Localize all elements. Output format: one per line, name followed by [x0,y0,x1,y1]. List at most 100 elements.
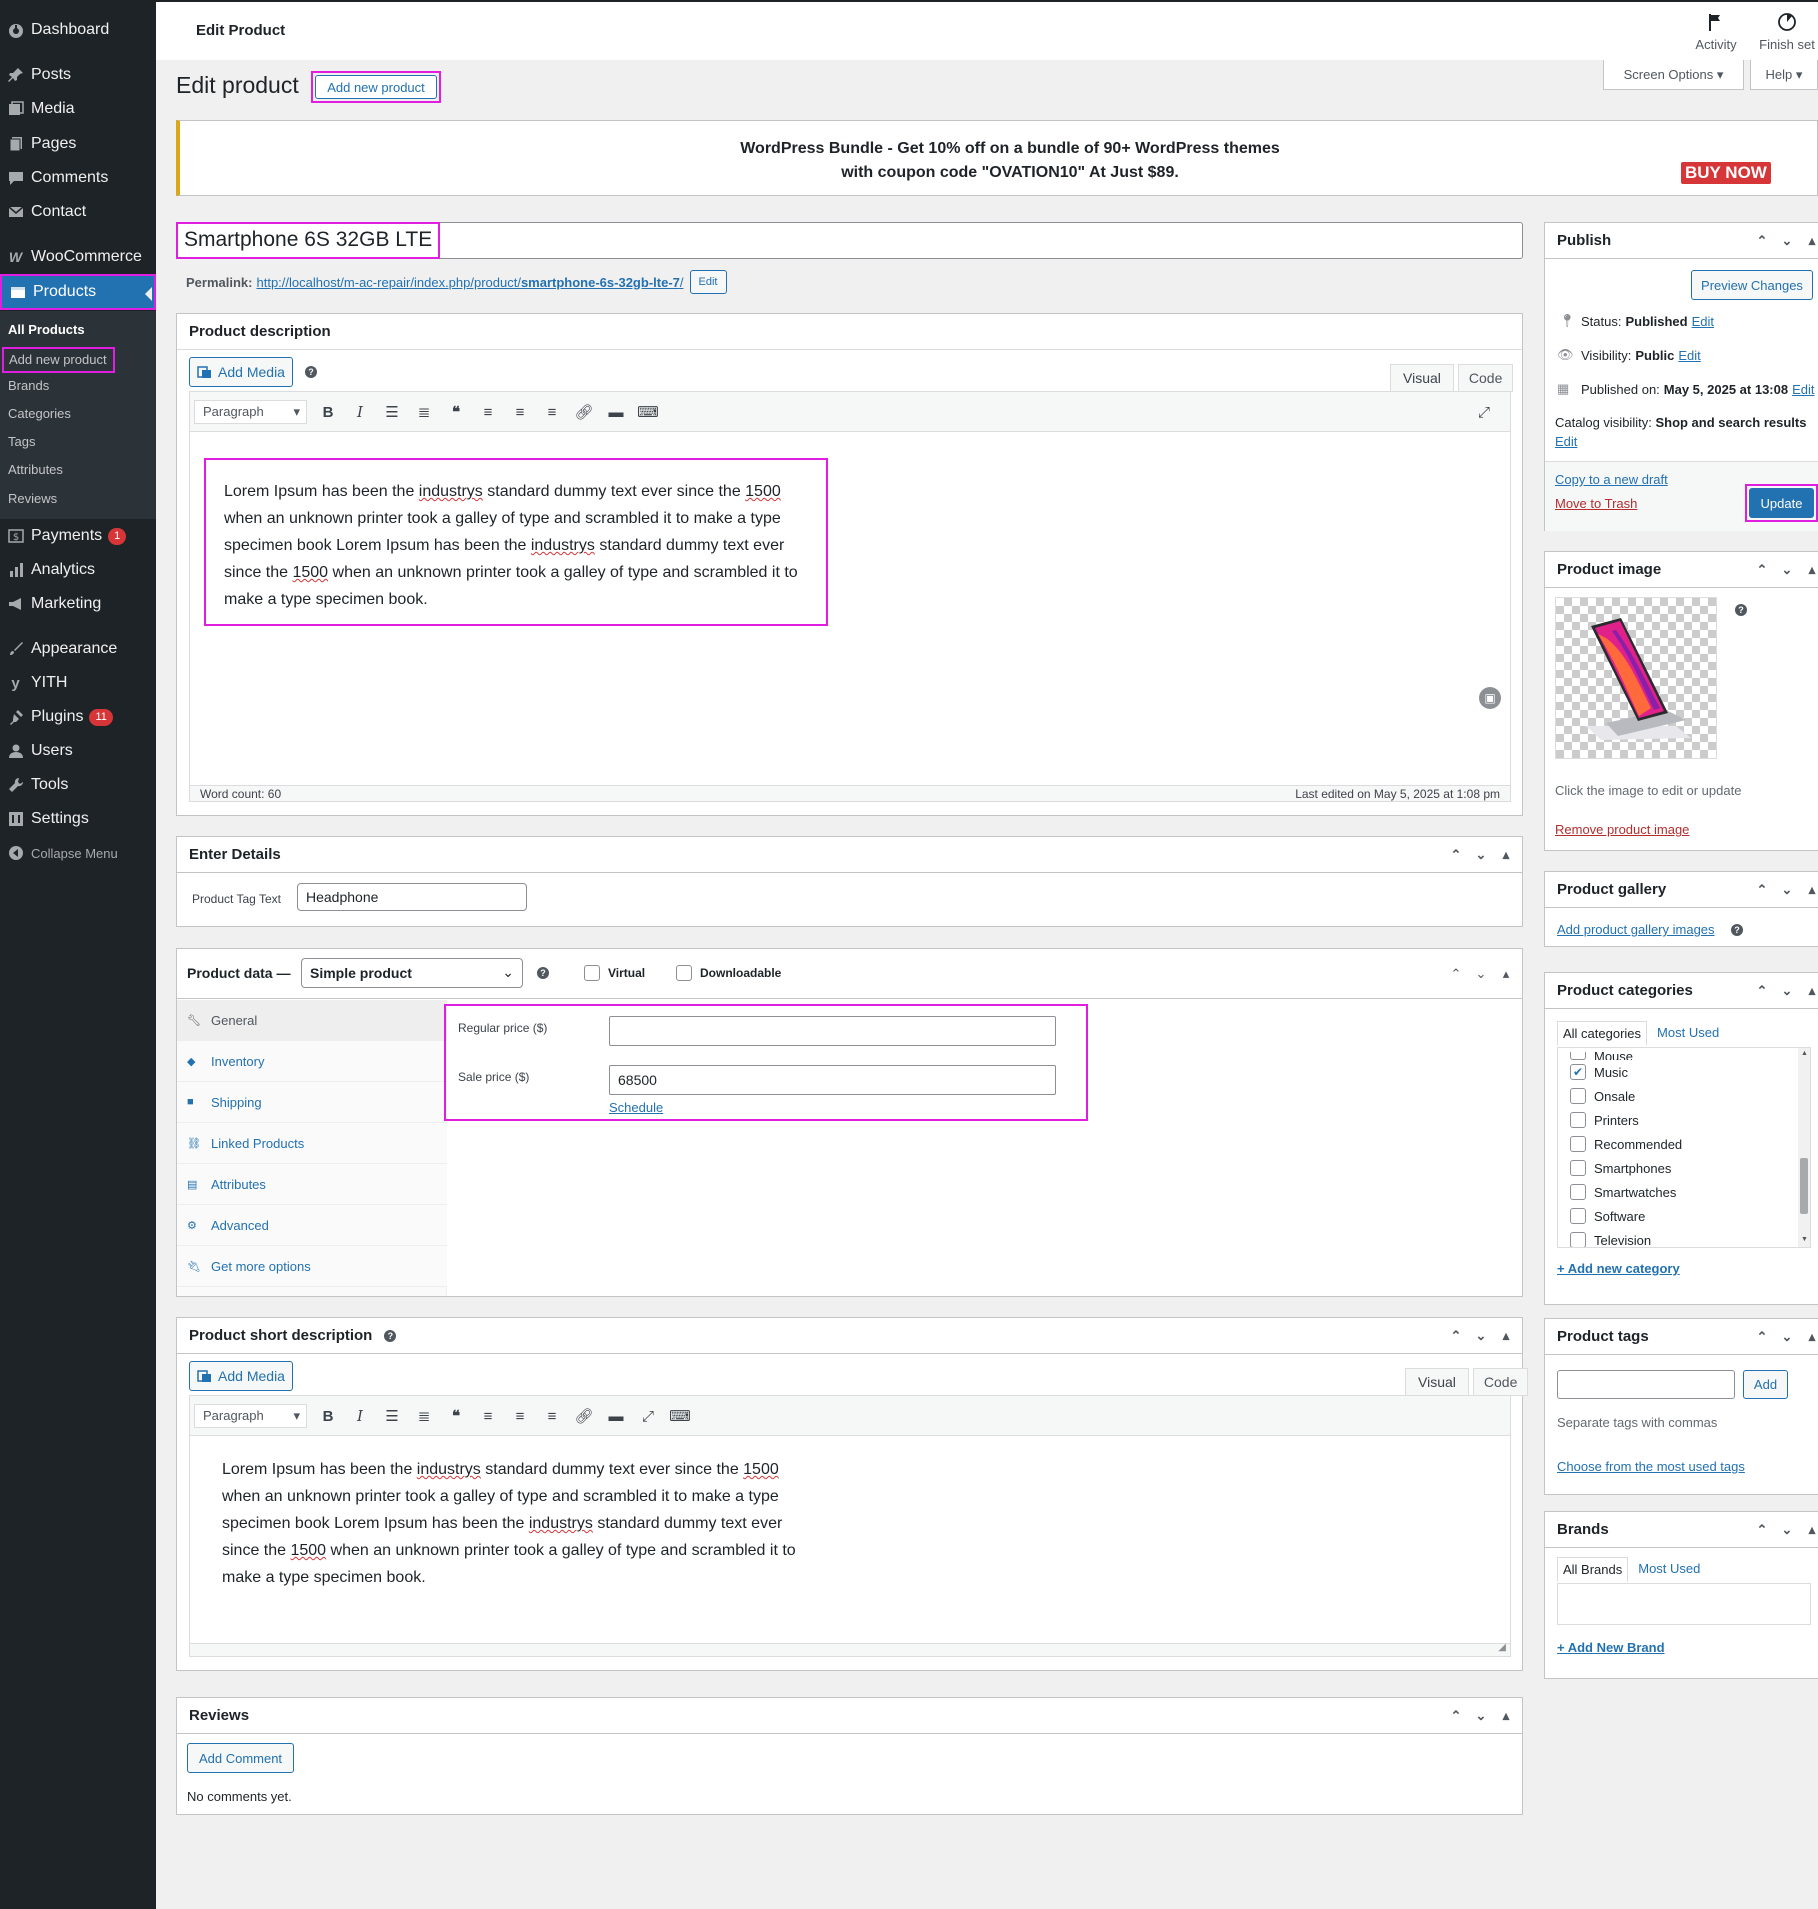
help-icon[interactable]: ? [1731,924,1743,936]
sidebar-item-marketing[interactable]: Marketing [0,587,156,621]
move-up-icon[interactable]: ⌃ [1448,966,1464,982]
choose-most-used-tags-link[interactable]: Choose from the most used tags [1557,1459,1745,1474]
sidebar-item-settings[interactable]: Settings [0,802,156,836]
activity-button[interactable]: Activity [1686,12,1746,52]
help-button[interactable]: Help ▾ [1750,60,1818,90]
submenu-categories[interactable]: Categories [8,406,71,421]
regular-price-input[interactable] [609,1016,1056,1046]
toggle-panel-icon[interactable]: ▴ [1804,562,1818,578]
virtual-checkbox-box[interactable] [584,965,600,981]
submenu-reviews[interactable]: Reviews [8,491,57,506]
category-checkbox-checked[interactable]: ✔ [1570,1064,1586,1080]
toggle-panel-icon[interactable]: ▴ [1498,1328,1514,1344]
category-item-partial[interactable]: Mouse [1558,1048,1810,1060]
fullscreen-icon[interactable]: ⤢ [632,1402,664,1430]
submenu-attributes[interactable]: Attributes [8,462,63,477]
category-checkbox[interactable] [1570,1184,1586,1200]
category-item-music[interactable]: ✔ Music [1558,1060,1810,1084]
submenu-brands[interactable]: Brands [8,378,49,393]
sidebar-item-yith[interactable]: y YITH [0,666,156,700]
bold-icon[interactable]: B [312,398,344,426]
remove-product-image-link[interactable]: Remove product image [1555,822,1689,837]
align-center-icon[interactable]: ≡ [504,398,536,426]
tab-all-categories[interactable]: All categories [1557,1021,1648,1046]
category-checkbox[interactable] [1570,1208,1586,1224]
numbered-list-icon[interactable]: ≣ [408,1402,440,1430]
assistant-icon[interactable]: ▣ [1479,687,1501,709]
move-down-icon[interactable]: ⌄ [1779,1329,1795,1345]
align-right-icon[interactable]: ≡ [536,1402,568,1430]
copy-to-draft-link[interactable]: Copy to a new draft [1555,472,1668,487]
italic-icon[interactable]: I [344,1402,376,1430]
add-new-product-button[interactable]: Add new product [315,75,437,99]
product-title-input[interactable]: Smartphone 6S 32GB LTE [176,222,1523,259]
tab-attributes[interactable]: ▤ Attributes [177,1164,447,1205]
format-select[interactable]: Paragraph ▾ [194,400,307,424]
category-item-television[interactable]: Television [1558,1228,1810,1247]
read-more-icon[interactable]: ▬ [600,398,632,426]
sidebar-item-pages[interactable]: Pages [0,127,156,161]
category-checkbox[interactable] [1570,1052,1586,1060]
visibility-edit-link[interactable]: Edit [1678,348,1700,363]
submenu-tags[interactable]: Tags [8,434,35,449]
finish-setup-button[interactable]: Finish set [1756,12,1818,52]
short-description-text[interactable]: Lorem Ipsum has been the industrys stand… [222,1456,812,1591]
align-right-icon[interactable]: ≡ [536,398,568,426]
tab-shipping[interactable]: ■ Shipping [177,1082,447,1123]
sidebar-item-plugins[interactable]: Plugins 11 [0,700,156,734]
category-item-recommended[interactable]: Recommended [1558,1132,1810,1156]
help-icon[interactable]: ? [1735,604,1747,616]
help-icon[interactable]: ? [384,1329,397,1342]
scrollbar-thumb[interactable] [1800,1158,1808,1214]
move-down-icon[interactable]: ⌄ [1779,562,1795,578]
sidebar-item-media[interactable]: Media [0,92,156,126]
toggle-panel-icon[interactable]: ▴ [1498,1708,1514,1724]
blockquote-icon[interactable]: ❝ [440,1402,472,1430]
move-up-icon[interactable]: ⌃ [1754,233,1770,249]
bullet-list-icon[interactable]: ☰ [376,398,408,426]
sidebar-item-posts[interactable]: Posts [0,58,156,92]
tab-advanced[interactable]: ⚙︎ Advanced [177,1205,447,1246]
fullscreen-icon[interactable]: ⤢ [1468,398,1500,426]
format-select[interactable]: Paragraph ▾ [194,1404,307,1428]
category-checkbox[interactable] [1570,1160,1586,1176]
toggle-panel-icon[interactable]: ▴ [1804,882,1818,898]
tab-get-more-options[interactable]: 🔌︎ Get more options [177,1246,447,1287]
link-icon[interactable]: 🔗︎ [568,398,600,426]
toggle-panel-icon[interactable]: ▴ [1498,847,1514,863]
submenu-all-products[interactable]: All Products [8,322,85,337]
catalog-visibility-edit-link[interactable]: Edit [1555,434,1577,449]
category-item-smartphones[interactable]: Smartphones [1558,1156,1810,1180]
sidebar-item-analytics[interactable]: Analytics [0,553,156,587]
permalink-link[interactable]: http://localhost/m-ac-repair/index.php/p… [256,275,683,290]
add-comment-button[interactable]: Add Comment [187,1743,294,1773]
link-icon[interactable]: 🔗︎ [568,1402,600,1430]
move-up-icon[interactable]: ⌃ [1754,1329,1770,1345]
category-checkbox[interactable] [1570,1112,1586,1128]
sidebar-item-users[interactable]: Users [0,734,156,768]
move-down-icon[interactable]: ⌄ [1473,847,1489,863]
toggle-panel-icon[interactable]: ▴ [1804,1329,1818,1345]
move-up-icon[interactable]: ⌃ [1754,882,1770,898]
update-button[interactable]: Update [1749,488,1814,518]
move-to-trash-link[interactable]: Move to Trash [1555,496,1637,511]
buy-now-button[interactable]: BUY NOW [1681,162,1771,184]
tab-linked-products[interactable]: ⛓︎ Linked Products [177,1123,447,1164]
add-tag-button[interactable]: Add [1743,1370,1788,1399]
category-checkbox[interactable] [1570,1088,1586,1104]
tab-most-used[interactable]: Most Used [1628,1557,1710,1582]
move-up-icon[interactable]: ⌃ [1448,1328,1464,1344]
downloadable-checkbox-box[interactable] [676,965,692,981]
sidebar-item-tools[interactable]: Tools [0,768,156,802]
sidebar-item-appearance[interactable]: Appearance [0,632,156,666]
sidebar-collapse-menu[interactable]: Collapse Menu [0,836,156,870]
permalink-edit-button[interactable]: Edit [689,270,727,294]
sidebar-item-woocommerce[interactable]: W WooCommerce [0,240,156,274]
category-item-smartwatches[interactable]: Smartwatches [1558,1180,1810,1204]
tab-code[interactable]: Code [1472,1368,1529,1396]
tab-all-brands[interactable]: All Brands [1557,1557,1629,1582]
scroll-down-icon[interactable]: ▼ [1801,1236,1808,1243]
sale-price-input[interactable]: 68500 [609,1065,1056,1095]
sidebar-item-products[interactable]: Products [0,274,156,310]
toolbar-toggle-icon[interactable]: ⌨ [632,398,664,426]
